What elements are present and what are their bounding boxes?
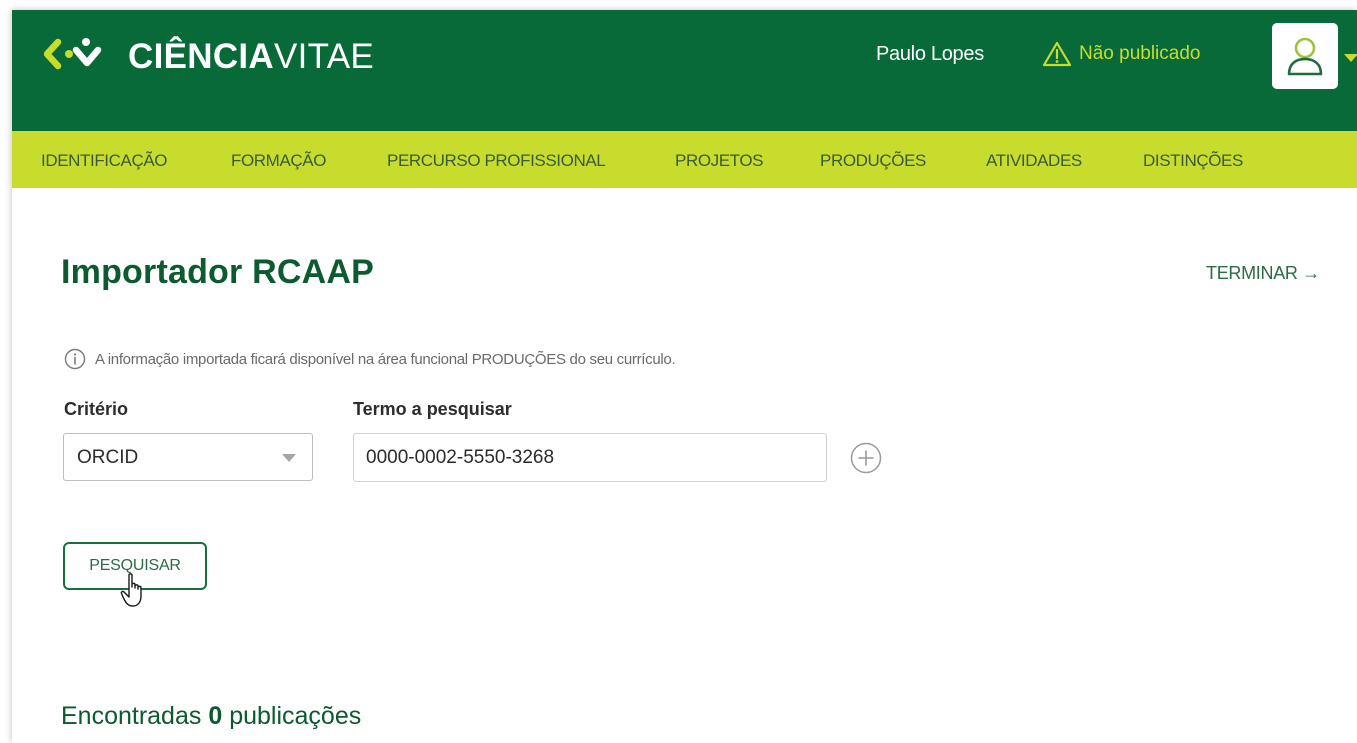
chevron-down-icon: [282, 454, 296, 462]
warning-icon: [1042, 41, 1072, 67]
plus-circle-icon[interactable]: [849, 441, 883, 475]
page-title: Importador RCAAP: [61, 253, 374, 291]
criterion-select-value: ORCID: [77, 447, 139, 468]
search-term-label: Termo a pesquisar: [353, 399, 512, 419]
criterion-select[interactable]: ORCID: [63, 433, 313, 481]
logo-text-light: VITAE: [274, 37, 375, 76]
hand-cursor-icon: [120, 573, 142, 607]
nav-item-formacao[interactable]: FORMAÇÃO: [231, 151, 326, 171]
user-avatar-button[interactable]: [1272, 23, 1338, 89]
top-header: CIÊNCIAVITAE Paulo Lopes Não publicado: [12, 10, 1357, 131]
nav-item-projetos[interactable]: PROJETOS: [675, 151, 764, 171]
logo[interactable]: CIÊNCIAVITAE: [44, 35, 374, 79]
nav-item-atividades[interactable]: ATIVIDADES: [986, 151, 1082, 171]
finish-link[interactable]: TERMINAR →: [1206, 263, 1320, 284]
app-frame: CIÊNCIAVITAE Paulo Lopes Não publicado I…: [12, 10, 1357, 743]
criterion-label: Critério: [64, 399, 129, 419]
logo-mark-icon: [44, 38, 102, 70]
logo-text-bold: CIÊNCIA: [128, 37, 274, 76]
nav-item-percurso-profissional[interactable]: PERCURSO PROFISSIONAL: [387, 151, 606, 171]
info-message: A informação importada ficará disponível…: [64, 348, 676, 370]
info-text: A informação importada ficará disponível…: [95, 350, 676, 368]
info-icon: [64, 348, 86, 370]
results-prefix: Encontradas: [61, 702, 202, 730]
results-count: 0: [208, 702, 223, 730]
results-summary: Encontradas 0 publicações: [61, 702, 361, 731]
chevron-down-icon[interactable]: [1344, 54, 1357, 62]
search-term-input[interactable]: [353, 433, 827, 482]
publication-status-label: Não publicado: [1079, 43, 1201, 64]
nav-item-identificacao[interactable]: IDENTIFICAÇÃO: [41, 151, 167, 171]
user-icon: [1287, 37, 1323, 76]
nav-item-distincoes[interactable]: DISTINÇÕES: [1143, 151, 1243, 171]
main-nav: IDENTIFICAÇÃO FORMAÇÃO PERCURSO PROFISSI…: [12, 131, 1357, 188]
publication-status[interactable]: Não publicado: [1042, 41, 1200, 67]
results-suffix: publicações: [229, 702, 362, 730]
user-name[interactable]: Paulo Lopes: [876, 43, 984, 66]
logo-text: CIÊNCIAVITAE: [128, 37, 374, 77]
nav-item-producoes[interactable]: PRODUÇÕES: [820, 151, 926, 171]
